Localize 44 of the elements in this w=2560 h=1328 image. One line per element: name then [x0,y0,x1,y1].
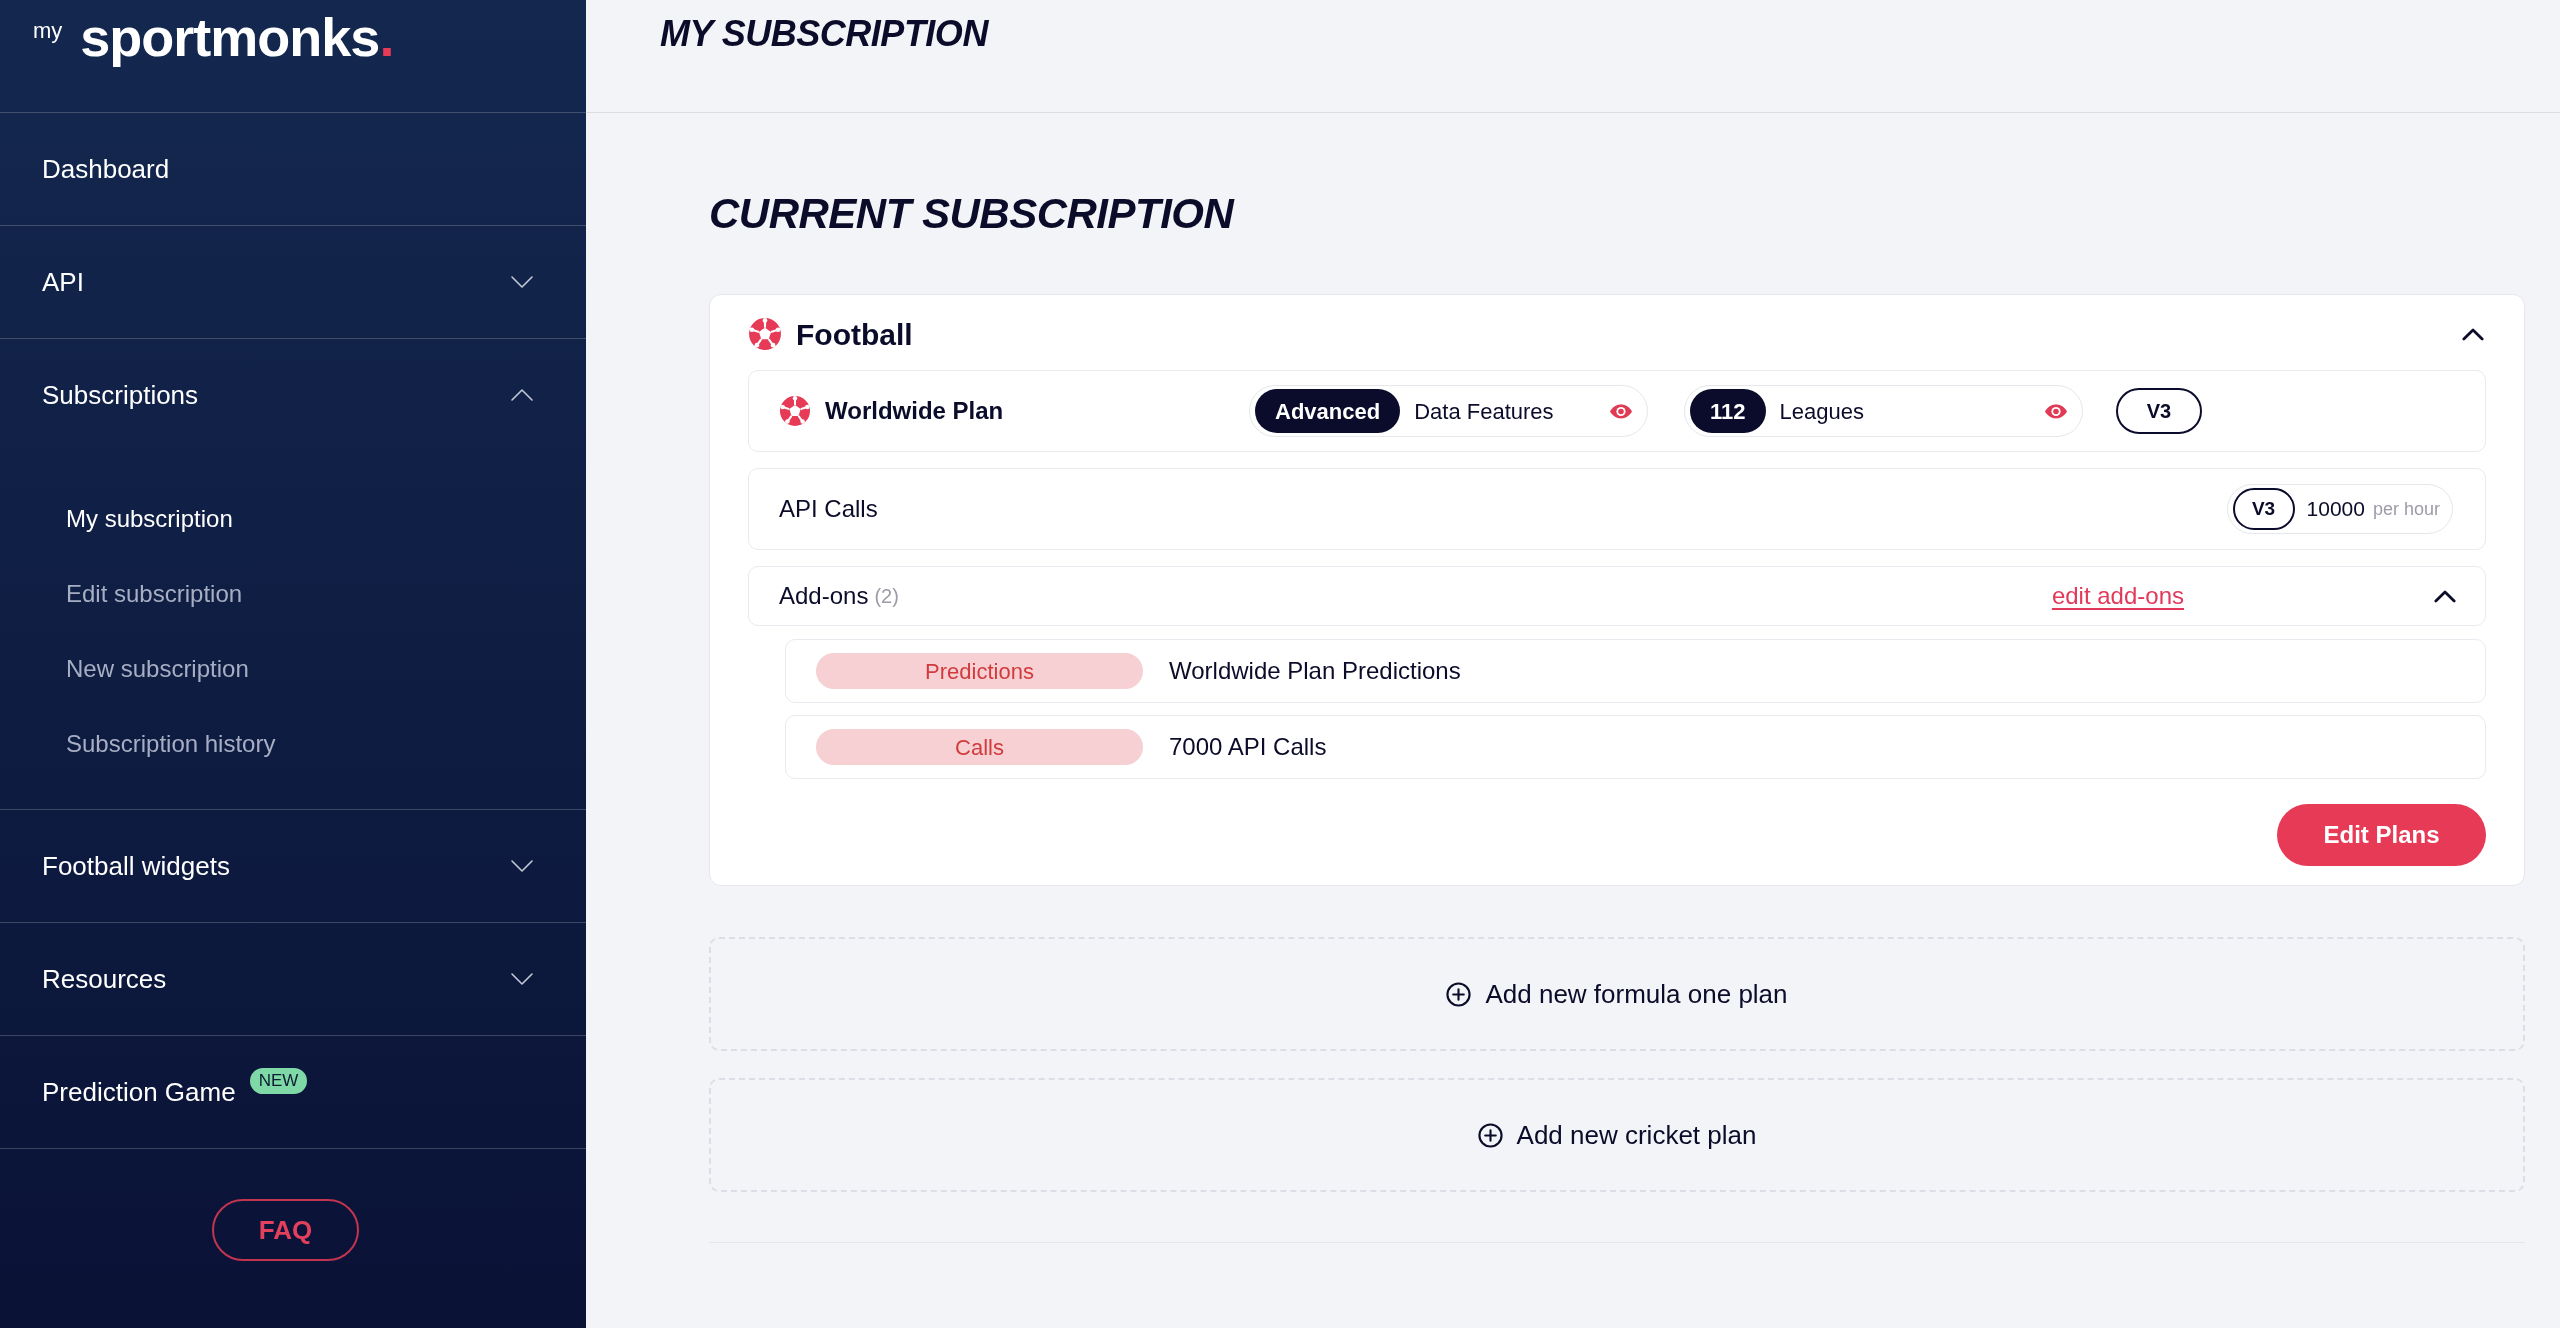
addon-description: Worldwide Plan Predictions [1169,656,1461,686]
submenu-item[interactable]: Edit subscription [0,556,586,631]
chevron-up-icon[interactable] [2434,589,2456,603]
logo-prefix: my [33,20,63,42]
edit-addons-link[interactable]: edit add-ons [2051,578,2184,614]
addon-tag: Calls [816,729,1143,765]
feature-label: Data Features [1414,397,1554,426]
eye-icon[interactable] [2044,403,2068,419]
section-title: CURRENT SUBSCRIPTION [709,193,1234,235]
edit-plans-button[interactable]: Edit Plans [2277,804,2486,866]
addons-count: (2) [874,584,899,609]
new-badge: NEW [249,1068,308,1094]
sidebar-item[interactable]: API [0,226,586,338]
soccer-ball-icon [748,317,782,351]
feature-label: Leagues [1779,397,1864,426]
faq-button[interactable]: FAQ [212,1199,359,1261]
sidebar-item[interactable]: Subscriptions [0,339,586,451]
api-calls-unit: per hour [2372,497,2440,521]
api-calls-value: 10000 [2306,496,2365,523]
version-badge: V3 [2232,488,2295,530]
plus-circle-icon [1446,981,1472,1007]
sidebar-item[interactable]: Football widgets [0,810,586,922]
submenu-item[interactable]: Subscription history [0,706,586,781]
sidebar-item[interactable]: Resources [0,923,586,1035]
plus-circle-icon [1477,1122,1503,1148]
add-plan-button[interactable]: Add new cricket plan [709,1078,2525,1192]
version-badge: V3 [2116,388,2202,434]
soccer-ball-icon [779,395,811,427]
sidebar-item[interactable]: Prediction Game NEW [0,1036,586,1148]
api-calls-label: API Calls [779,494,878,524]
sport-title: Football [796,316,913,353]
addons-label: Add-ons [779,581,869,611]
addon-description: 7000 API Calls [1169,732,1327,762]
page-title: MY SUBSCRIPTION [660,16,988,52]
addon-tag: Predictions [816,653,1143,689]
add-plan-button[interactable]: Add new formula one plan [709,937,2525,1051]
feature-value: 112 [1690,389,1766,433]
feature-value: Advanced [1255,389,1401,433]
sidebar-item[interactable]: Dashboard [0,113,586,225]
submenu-item[interactable]: My subscription [0,481,586,556]
plan-name: Worldwide Plan [825,396,1004,426]
chevron-up-icon[interactable] [2462,327,2484,341]
eye-icon[interactable] [1609,403,1633,419]
submenu-item[interactable]: New subscription [0,631,586,706]
